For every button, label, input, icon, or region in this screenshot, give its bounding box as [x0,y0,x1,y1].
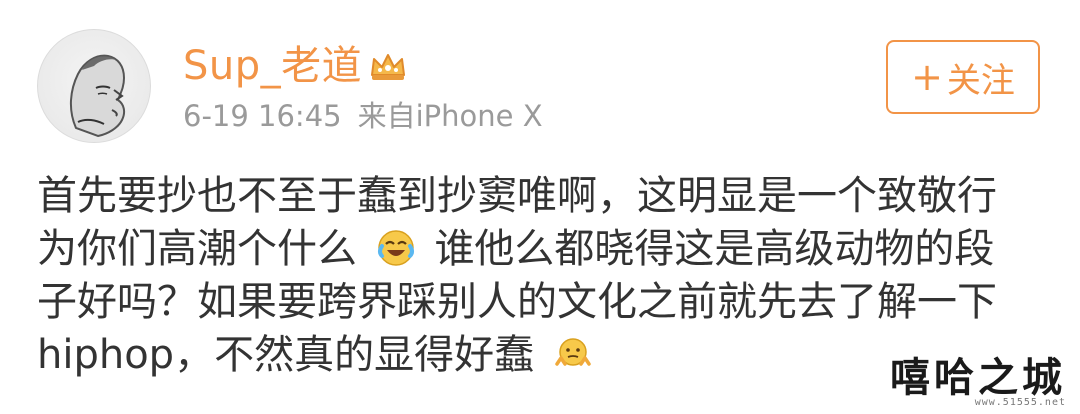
follow-button-label: 关注 [946,60,1015,101]
post-line-with-emoji: 为你们高潮个什么 谁他么都晓得这是高级动物的段 [37,223,1057,276]
post-text-segment: hiphop，不然真的显得好蠢 [37,332,535,378]
timestamp: 6-19 16:45 [183,99,342,133]
watermark: 嘻哈之城 www.51555.net [890,354,1066,409]
shrug-emoji-icon [555,338,591,366]
watermark-text: 嘻哈之城 [890,354,1066,401]
post-text-segment: 为你们高潮个什么 [37,226,357,272]
post-body: 首先要抄也不至于蠢到抄窦唯啊，这明显是一个致敬行 为你们高潮个什么 谁他么都晓得… [37,170,1057,382]
post-source[interactable]: 来自iPhone X [358,99,543,133]
username[interactable]: Sup_老道 [183,40,362,92]
post-meta: 6-19 16:45 来自iPhone X [183,96,543,136]
crown-icon[interactable] [368,49,408,83]
post-text-segment: 谁他么都晓得这是高级动物的段 [434,226,995,272]
plus-icon: + [911,55,943,99]
username-row: Sup_老道 [183,40,408,92]
post-line: 子好吗？如果要跨界踩别人的文化之前就先去了解一下 [37,279,997,325]
laughing-crying-emoji-icon [377,230,414,266]
avatar-portrait-icon [70,54,126,138]
avatar[interactable] [37,29,151,143]
post-line: 首先要抄也不至于蠢到抄窦唯啊，这明显是一个致敬行 [37,173,997,219]
follow-button[interactable]: + 关注 [886,40,1040,114]
